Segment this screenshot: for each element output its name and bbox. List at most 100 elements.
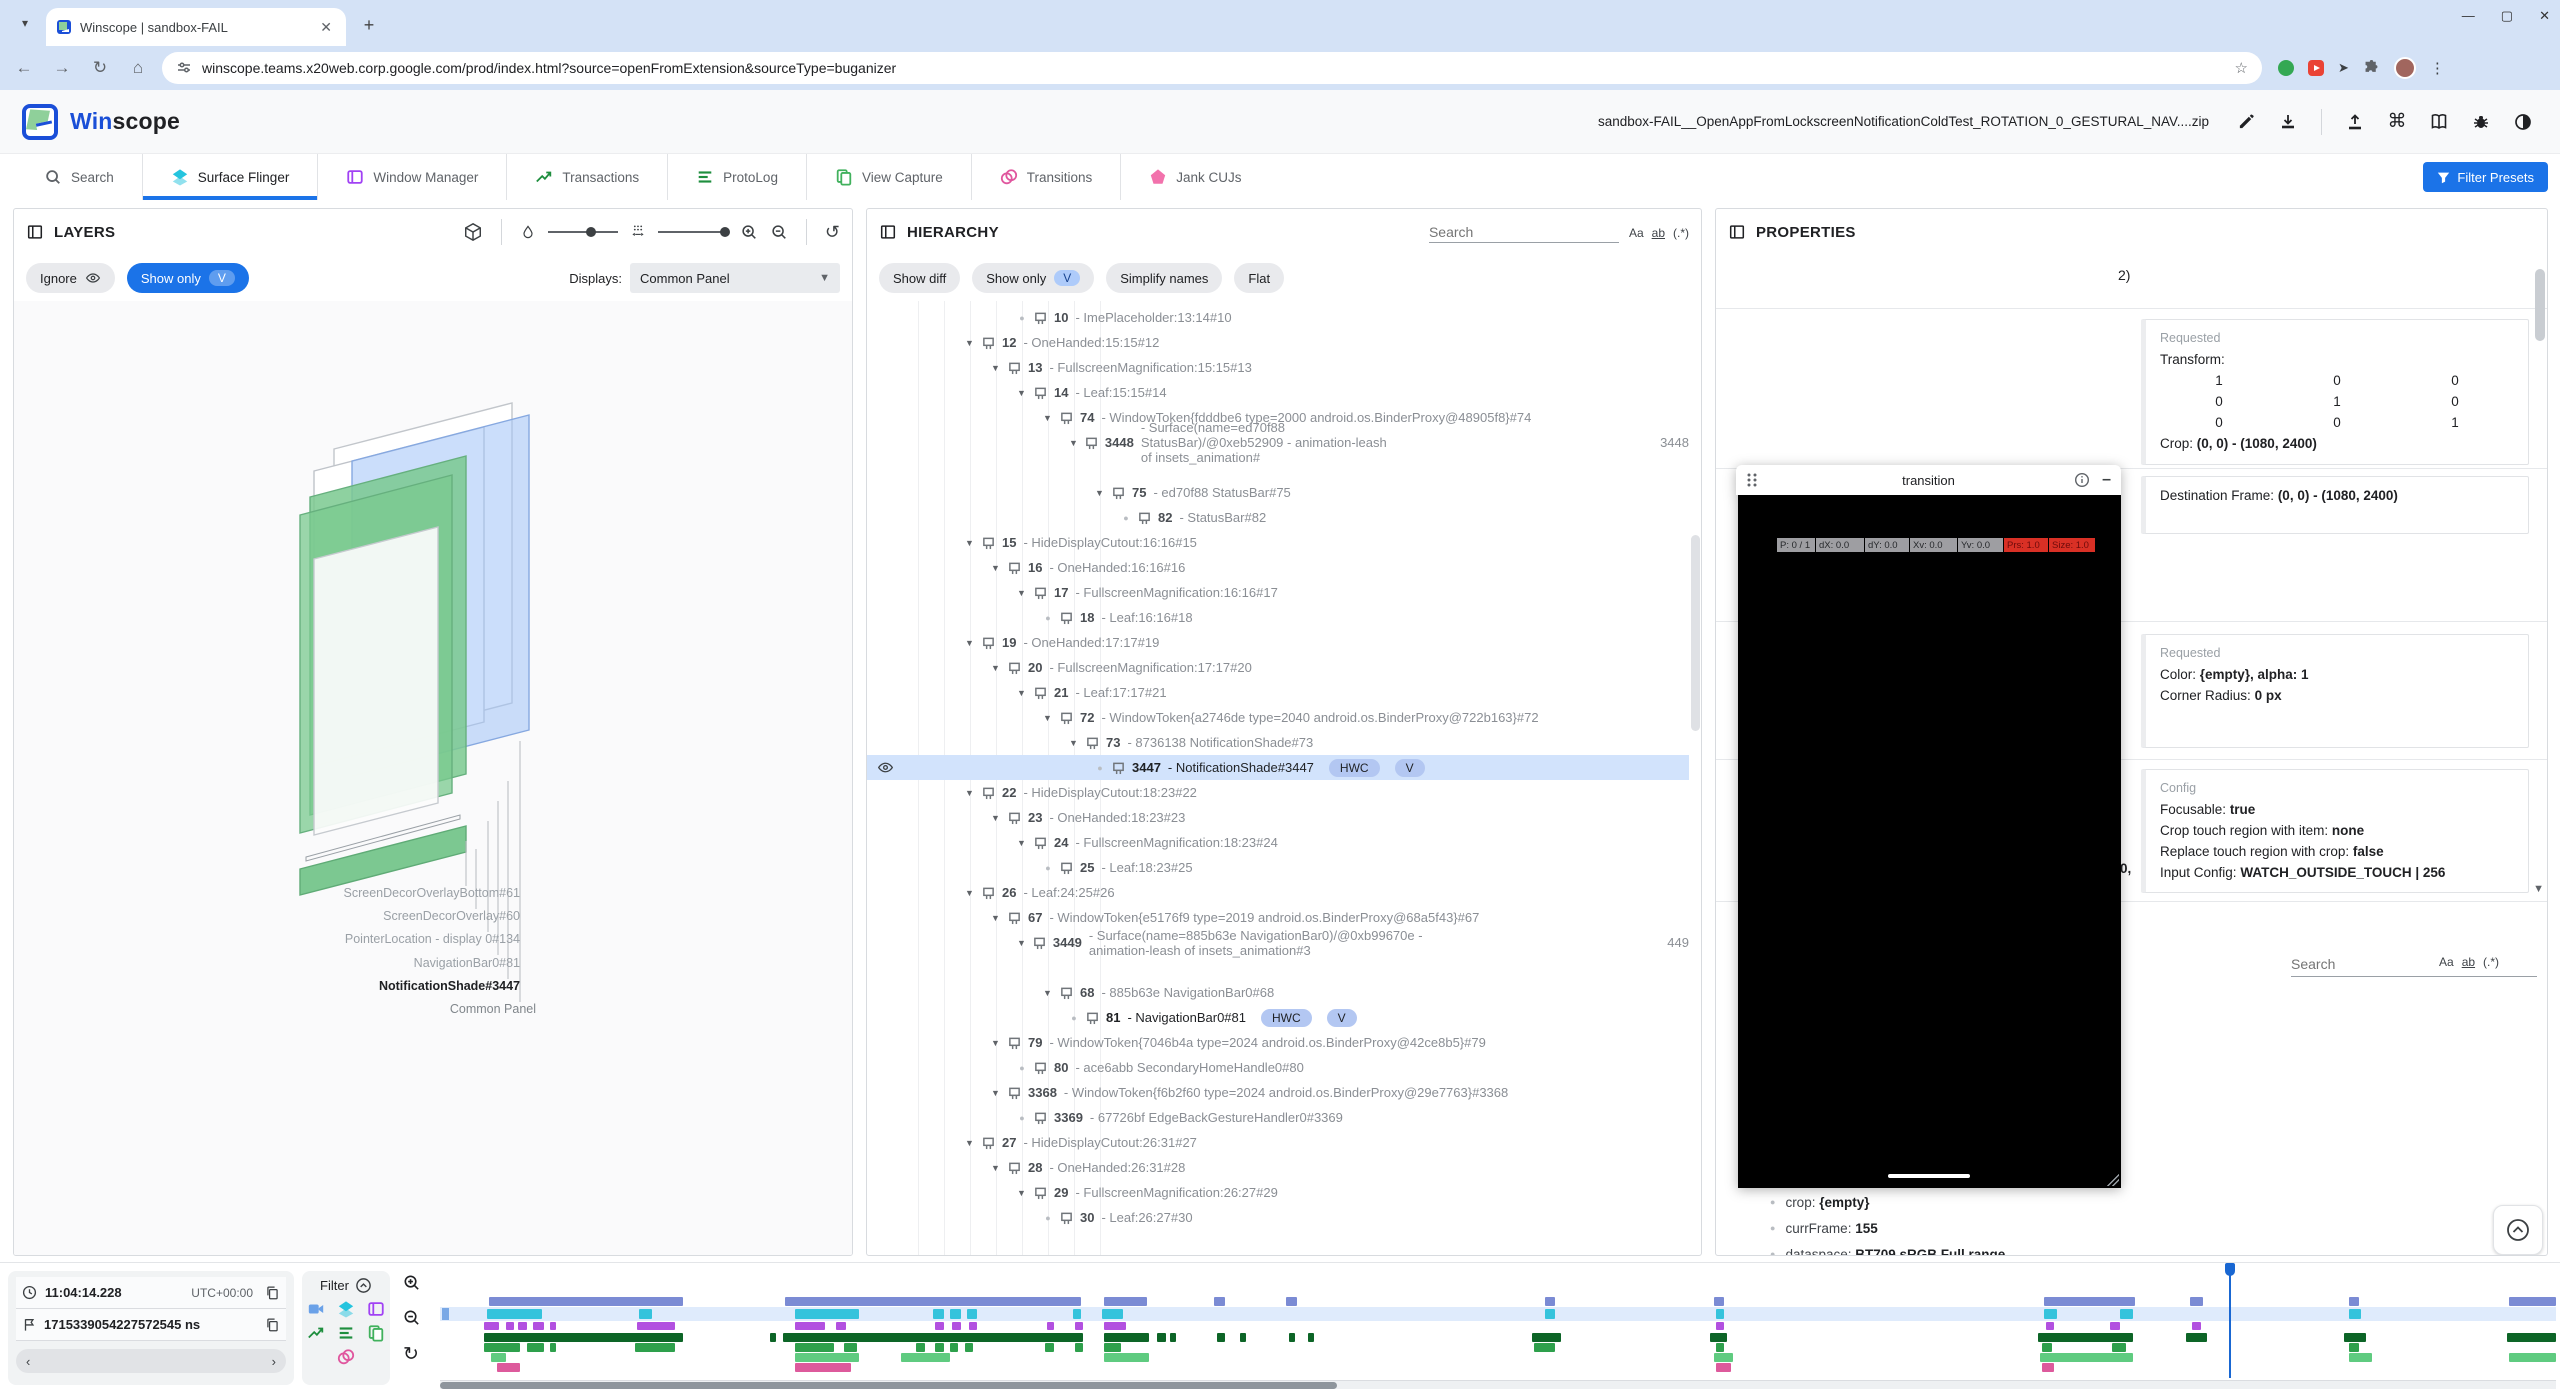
hierarchy-scrollbar[interactable] [1691, 535, 1700, 731]
trace-block[interactable] [550, 1322, 556, 1330]
trace-block[interactable] [1710, 1333, 1727, 1342]
site-settings-icon[interactable] [176, 60, 192, 76]
zoom-in-icon[interactable] [740, 223, 758, 241]
trace-block[interactable] [1545, 1309, 1556, 1319]
match-case-icon[interactable]: Aa [2439, 955, 2454, 969]
3d-view-icon[interactable] [463, 222, 483, 242]
trace-block[interactable] [637, 1322, 675, 1330]
trace-block[interactable] [1286, 1297, 1297, 1306]
trace-block[interactable] [844, 1343, 857, 1352]
profile-avatar[interactable] [2394, 57, 2416, 79]
expand-arrow-icon[interactable]: ▼ [991, 813, 1001, 823]
filter-window-icon[interactable] [367, 1300, 385, 1318]
trace-block[interactable] [1047, 1322, 1053, 1330]
trace-block[interactable] [1289, 1333, 1295, 1342]
timeline-cursor[interactable] [2229, 1267, 2231, 1378]
expand-arrow-icon[interactable]: ▼ [991, 1038, 1001, 1048]
expand-arrow-icon[interactable]: ▼ [991, 563, 1001, 573]
trace-block[interactable] [2349, 1343, 2360, 1352]
bookmark-star-icon[interactable]: ☆ [2235, 59, 2248, 77]
trace-block[interactable] [952, 1322, 960, 1330]
trace-block[interactable] [935, 1322, 943, 1330]
trace-block[interactable] [1104, 1353, 1148, 1362]
window-maximize-icon[interactable]: ▢ [2501, 8, 2513, 24]
info-icon[interactable] [2074, 472, 2090, 488]
trace-block[interactable] [2190, 1297, 2203, 1306]
tab-protolog[interactable]: ProtoLog [667, 154, 806, 200]
trace-block[interactable] [1716, 1343, 1724, 1352]
hierarchy-node-25[interactable]: ●25 - Leaf:18:23#25 [867, 855, 1689, 880]
expand-arrow-icon[interactable]: ▼ [1043, 713, 1053, 723]
hierarchy-node-27[interactable]: ▼27 - HideDisplayCutout:26:31#27 [867, 1130, 1689, 1155]
properties-scrollbar[interactable] [2535, 269, 2545, 341]
filter-phone-icon[interactable] [367, 1324, 385, 1342]
trace-block[interactable] [2344, 1333, 2365, 1342]
hierarchy-node-68[interactable]: ▼68 - 885b63e NavigationBar0#68 [867, 980, 1689, 1005]
hierarchy-node-24[interactable]: ▼24 - FullscreenMagnification:18:23#24 [867, 830, 1689, 855]
step-back-icon[interactable]: ‹ [26, 1354, 30, 1369]
expand-arrow-icon[interactable]: ▼ [1095, 488, 1105, 498]
reload-icon[interactable]: ↻ [86, 58, 114, 78]
tab-search[interactable]: Search [16, 154, 142, 200]
trace-block[interactable] [2038, 1333, 2133, 1342]
trace-block[interactable] [795, 1309, 858, 1319]
home-icon[interactable]: ⌂ [124, 58, 152, 78]
browser-menu-icon[interactable]: ⋮ [2430, 59, 2445, 77]
filter-camera-icon[interactable] [307, 1300, 325, 1318]
trace-block[interactable] [1240, 1333, 1246, 1342]
extension-green-icon[interactable] [2278, 60, 2294, 76]
tab-close-icon[interactable]: ✕ [316, 19, 336, 36]
trace-block[interactable] [487, 1309, 542, 1319]
trace-block[interactable] [1104, 1322, 1125, 1330]
url-bar[interactable]: winscope.teams.x20web.corp.google.com/pr… [162, 52, 2262, 84]
forward-icon[interactable]: → [48, 58, 76, 78]
extension-video-icon[interactable] [2308, 60, 2324, 76]
trace-block[interactable] [2509, 1297, 2556, 1306]
trace-block[interactable] [484, 1322, 499, 1330]
show-only-visible-toggle[interactable]: Show only V [127, 263, 249, 293]
trace-block[interactable] [836, 1322, 847, 1330]
expand-arrow-icon[interactable]: ▼ [1043, 988, 1053, 998]
expand-arrow-icon[interactable]: ▼ [965, 788, 975, 798]
trace-block[interactable] [1716, 1309, 1724, 1319]
trace-block[interactable] [1217, 1333, 1225, 1342]
trace-block[interactable] [1170, 1333, 1176, 1342]
hierarchy-node-23[interactable]: ▼23 - OneHanded:18:23#23 [867, 805, 1689, 830]
trace-block[interactable] [1714, 1297, 1725, 1306]
regex-icon[interactable]: (.*) [2483, 955, 2499, 969]
layer-name-label[interactable]: NotificationShade#3447 [379, 979, 520, 993]
trace-block[interactable] [1104, 1333, 1148, 1342]
whole-word-icon[interactable]: ab [1652, 226, 1665, 240]
trace-block[interactable] [935, 1343, 943, 1352]
hierarchy-node-13[interactable]: ▼13 - FullscreenMagnification:15:15#13 [867, 355, 1689, 380]
trace-block[interactable] [2044, 1309, 2057, 1319]
hierarchy-node-19[interactable]: ▼19 - OneHanded:17:17#19 [867, 630, 1689, 655]
shortcuts-icon[interactable]: ⌘ [2382, 107, 2412, 137]
trace-block[interactable] [639, 1309, 652, 1319]
edit-icon[interactable] [2231, 107, 2261, 137]
hierarchy-node-67[interactable]: ▼67 - WindowToken{e5176f9 type=2019 andr… [867, 905, 1689, 930]
trace-block[interactable] [1545, 1297, 1556, 1306]
tab-surface-flinger[interactable]: Surface Flinger [142, 154, 318, 200]
trace-block[interactable] [2349, 1353, 2372, 1362]
trace-block[interactable] [950, 1343, 958, 1352]
hierarchy-search-input[interactable] [1429, 222, 1619, 243]
trace-block[interactable] [1104, 1297, 1146, 1306]
layer-name-label[interactable]: NavigationBar0#81 [414, 956, 520, 970]
upload-icon[interactable] [2340, 107, 2370, 137]
trace-block[interactable] [2040, 1353, 2133, 1362]
hierarchy-node-3368[interactable]: ▼3368 - WindowToken{f6b2f60 type=2024 an… [867, 1080, 1689, 1105]
trace-block[interactable] [901, 1353, 950, 1362]
collapse-filter-icon[interactable] [355, 1277, 372, 1294]
reset-view-icon[interactable]: ↺ [825, 222, 840, 243]
browser-tab[interactable]: Winscope | sandbox-FAIL ✕ [46, 8, 346, 46]
hierarchy-node-16[interactable]: ▼16 - OneHanded:16:16#16 [867, 555, 1689, 580]
expand-arrow-icon[interactable]: ▼ [1017, 938, 1026, 948]
trace-block[interactable] [506, 1322, 514, 1330]
trace-block[interactable] [1714, 1353, 1733, 1362]
trace-block[interactable] [770, 1333, 776, 1342]
filter-chart-icon[interactable] [307, 1324, 325, 1342]
minimize-overlay-icon[interactable]: – [2102, 471, 2111, 489]
rotation-slider[interactable] [548, 231, 618, 233]
hierarchy-node-3449[interactable]: ▼3449 - Surface(name=885b63e NavigationB… [867, 930, 1689, 980]
